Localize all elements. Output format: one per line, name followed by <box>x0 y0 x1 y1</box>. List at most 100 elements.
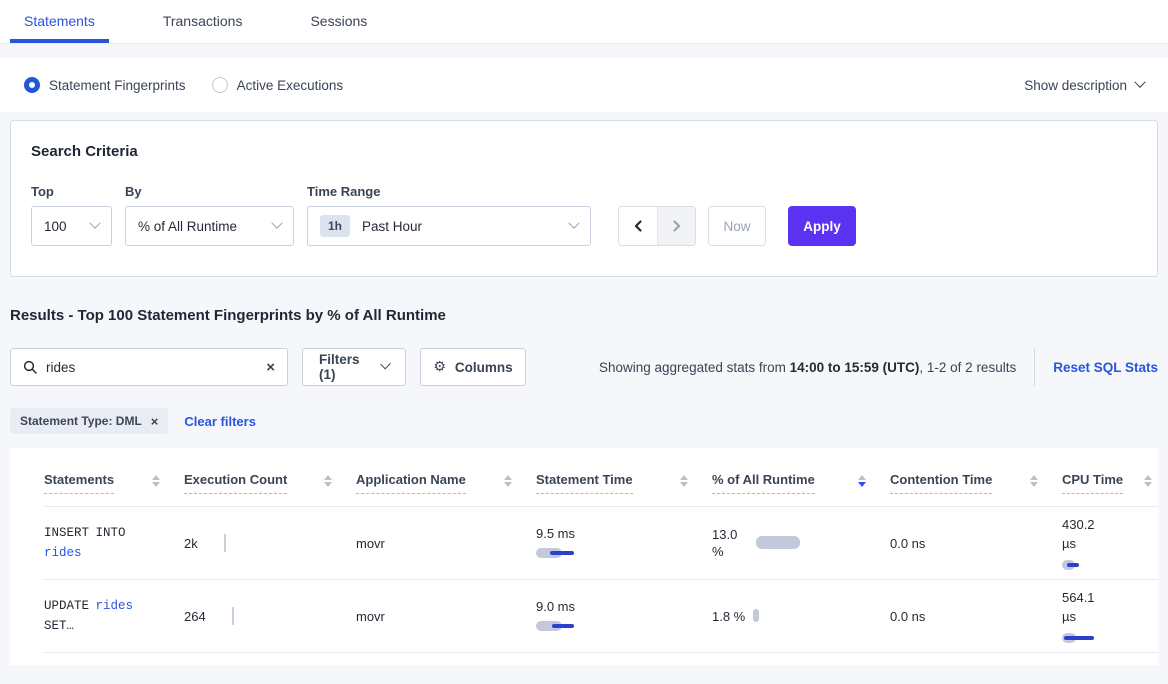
previous-time-button[interactable] <box>619 207 657 245</box>
filter-pill-row: Statement Type: DML × Clear filters <box>10 408 1158 434</box>
tab-transactions[interactable]: Transactions <box>149 13 257 43</box>
time-range-select[interactable]: 1h Past Hour <box>307 206 591 246</box>
pct-runtime-bar <box>756 536 800 550</box>
remove-filter-icon[interactable]: × <box>151 415 159 428</box>
statement-time-bar <box>536 619 574 633</box>
top-select-value: 100 <box>44 219 67 234</box>
filters-button[interactable]: Filters (1) <box>302 348 406 386</box>
search-criteria-title: Search Criteria <box>31 143 1137 160</box>
clear-search-icon[interactable]: × <box>266 360 275 375</box>
cpu-time-bar <box>1062 558 1079 572</box>
tab-statements[interactable]: Statements <box>10 13 109 43</box>
next-time-button[interactable] <box>657 207 695 245</box>
chevron-right-icon <box>671 220 682 232</box>
by-select-value: % of All Runtime <box>138 219 237 234</box>
statement-link[interactable]: rides <box>44 546 82 560</box>
radio-unselected-icon <box>212 77 228 93</box>
filters-button-label: Filters (1) <box>319 352 373 382</box>
columns-button-label: Columns <box>455 360 513 375</box>
filter-pill-label: Statement Type: DML <box>20 414 142 428</box>
results-heading: Results - Top 100 Statement Fingerprints… <box>10 307 1158 324</box>
time-nav-arrows <box>618 206 696 246</box>
by-select[interactable]: % of All Runtime <box>125 206 294 246</box>
execution-count-cell: 264 <box>184 580 356 652</box>
column-header-statement-time[interactable]: Statement Time <box>536 464 712 506</box>
by-label: By <box>125 184 294 199</box>
column-header-pct-all-runtime[interactable]: % of All Runtime <box>712 464 890 506</box>
apply-button[interactable]: Apply <box>788 206 856 246</box>
sort-icon[interactable] <box>1030 475 1038 487</box>
time-range-value: Past Hour <box>362 219 422 234</box>
column-header-cpu-time[interactable]: CPU Time <box>1062 464 1158 506</box>
pct-runtime-bar <box>753 609 759 623</box>
column-header-contention-time[interactable]: Contention Time <box>890 464 1062 506</box>
contention-time-cell: 0.0 ns <box>890 507 1062 579</box>
time-range-field: Time Range 1h Past Hour <box>307 184 591 246</box>
statements-table: Statements Execution Count Application N… <box>10 448 1158 665</box>
tab-bar: Statements Transactions Sessions <box>0 0 1168 44</box>
application-name-cell: movr <box>356 580 536 652</box>
column-header-statements[interactable]: Statements <box>44 464 184 506</box>
status-time-range: 14:00 to 15:59 (UTC) <box>790 360 920 375</box>
pct-runtime-cell: 13.0 % <box>712 507 890 579</box>
chevron-down-icon <box>380 359 391 370</box>
table-row: UPDATE rides SET… 264 movr 9.0 ms 1.8 % … <box>44 580 1158 653</box>
statement-link[interactable]: rides <box>96 599 134 613</box>
statement-search-box: × <box>10 348 288 386</box>
execution-count-bar <box>224 534 226 552</box>
cpu-time-bar <box>1062 631 1094 645</box>
execution-count-bar <box>232 607 234 625</box>
show-description-toggle[interactable]: Show description <box>1024 78 1144 93</box>
application-name-cell: movr <box>356 507 536 579</box>
sort-icon[interactable] <box>680 475 688 487</box>
pct-runtime-cell: 1.8 % <box>712 580 890 652</box>
reset-sql-stats-link[interactable]: Reset SQL Stats <box>1053 360 1158 375</box>
search-icon <box>23 360 37 374</box>
statement-time-bar <box>536 546 574 560</box>
statement-cell: INSERT INTO rides <box>44 507 184 579</box>
view-toggle-panel: Statement Fingerprints Active Executions… <box>0 58 1168 112</box>
statement-cell: UPDATE rides SET… <box>44 580 184 652</box>
divider <box>1034 348 1035 386</box>
results-controls-row: × Filters (1) ⚙ Columns Showing aggregat… <box>10 348 1158 386</box>
chevron-down-icon <box>271 218 282 229</box>
by-field: By % of All Runtime <box>125 184 294 246</box>
radio-label: Statement Fingerprints <box>49 78 186 93</box>
clear-filters-link[interactable]: Clear filters <box>184 414 256 429</box>
radio-selected-icon <box>24 77 40 93</box>
tab-sessions[interactable]: Sessions <box>296 13 381 43</box>
radio-active-executions[interactable]: Active Executions <box>212 77 344 93</box>
time-range-label: Time Range <box>307 184 591 199</box>
chevron-down-icon <box>1134 77 1145 88</box>
sort-icon[interactable] <box>504 475 512 487</box>
search-input[interactable] <box>46 360 266 375</box>
sort-icon-active-desc[interactable] <box>858 475 866 487</box>
table-header-row: Statements Execution Count Application N… <box>44 448 1158 507</box>
chevron-left-icon <box>633 220 644 232</box>
statement-time-cell: 9.5 ms <box>536 507 712 579</box>
column-header-application-name[interactable]: Application Name <box>356 464 536 506</box>
sql-activity-page: Statements Transactions Sessions Stateme… <box>0 0 1168 665</box>
radio-statement-fingerprints[interactable]: Statement Fingerprints <box>24 77 186 93</box>
filter-pill-statement-type: Statement Type: DML × <box>10 408 168 434</box>
column-header-execution-count[interactable]: Execution Count <box>184 464 356 506</box>
top-field: Top 100 <box>31 184 112 246</box>
cpu-time-cell: 564.1 µs <box>1062 580 1158 652</box>
contention-time-cell: 0.0 ns <box>890 580 1062 652</box>
time-range-badge: 1h <box>320 215 350 237</box>
gear-icon: ⚙ <box>433 359 446 375</box>
chevron-down-icon <box>568 218 579 229</box>
radio-label: Active Executions <box>237 78 344 93</box>
chevron-down-icon <box>89 218 100 229</box>
statement-time-cell: 9.0 ms <box>536 580 712 652</box>
table-row: INSERT INTO rides 2k movr 9.5 ms 13.0 % … <box>44 507 1158 580</box>
sort-icon[interactable] <box>152 475 160 487</box>
sort-icon[interactable] <box>1144 475 1152 487</box>
columns-button[interactable]: ⚙ Columns <box>420 348 526 386</box>
search-criteria-form: Top 100 By % of All Runtime Time Range 1… <box>31 184 1137 246</box>
top-select[interactable]: 100 <box>31 206 112 246</box>
cpu-time-cell: 430.2 µs <box>1062 507 1158 579</box>
search-criteria-card: Search Criteria Top 100 By % of All Runt… <box>10 120 1158 277</box>
now-button[interactable]: Now <box>708 206 766 246</box>
sort-icon[interactable] <box>324 475 332 487</box>
